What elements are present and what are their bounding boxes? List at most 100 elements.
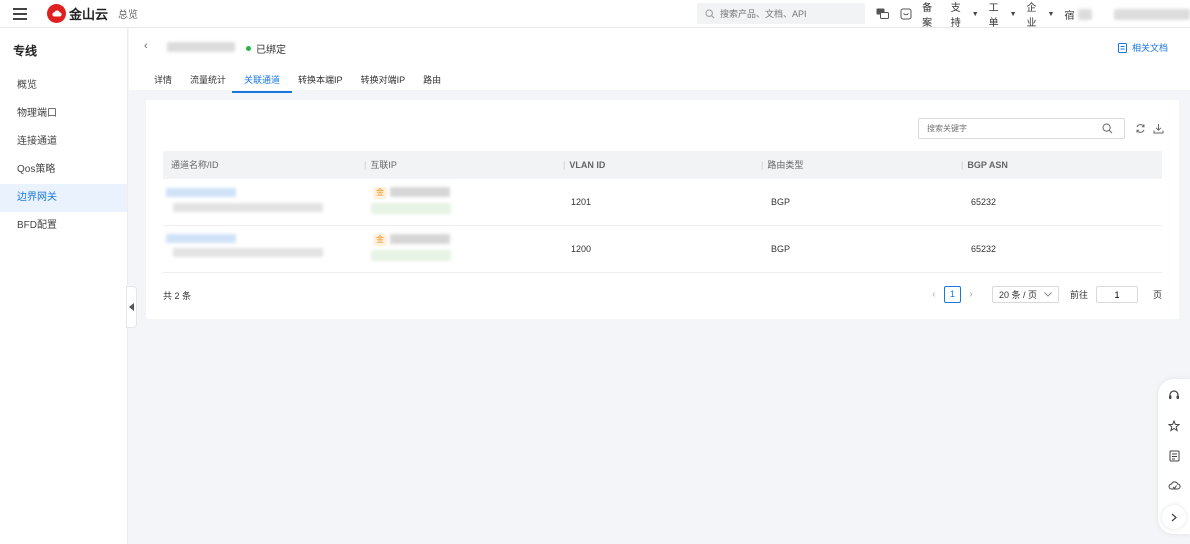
column-vlan-label: VLAN ID [569,160,606,170]
tab-local-ip-translation[interactable]: 转换本端IP [298,73,343,93]
peer-ip [371,203,451,214]
tab-details[interactable]: 详情 [154,73,172,93]
download-icon[interactable] [1152,122,1164,134]
sidebar-collapse-handle[interactable] [126,286,137,328]
page-header: ‹ 已绑定 相关文档 详情 流量统计 关联通道 转换本端IP 转换对端IP 路由 [129,28,1190,93]
caret-down-icon: ▼ [971,10,979,18]
nav-ticket-label: 工单 [988,3,999,29]
pagination: ‹ 1 › 20 条 / 页 前往 页 [927,286,1162,303]
channel-id [173,203,323,212]
cloud-service-icon[interactable] [1166,478,1182,494]
channel-name-link[interactable] [166,234,236,243]
sidebar-title: 专线 [13,44,38,58]
status-text: 已绑定 [256,45,286,56]
nav-filing[interactable]: 备案 [922,0,941,29]
ip-provider-badge: 金 [373,234,387,246]
user-avatar[interactable] [1078,8,1092,20]
column-ip-label: 互联IP [370,160,397,170]
search-icon [705,8,715,18]
column-header-vlan-id: | VLAN ID [563,160,606,170]
tab-associated-channels[interactable]: 关联通道 [232,73,293,93]
tab-traffic-stats[interactable]: 流量统计 [190,73,226,93]
refresh-icon[interactable] [1134,122,1146,134]
table-row: 金 1200 BGP 65232 [163,226,1162,273]
peer-ip [371,250,451,261]
headset-icon[interactable] [1166,387,1182,403]
table-footer: 共 2 条 ‹ 1 › 20 条 / 页 前往 页 [163,286,1162,306]
expand-toolbar-button[interactable] [1162,505,1186,529]
page-number-current[interactable]: 1 [943,286,961,303]
sidebar: 专线 概览 物理端口 连接通道 Qos策略 边界网关 BFD配置 [0,28,128,544]
nav-support[interactable]: 支持 ▼ [951,0,979,29]
vlan-id: 1200 [571,244,592,254]
caret-left-icon [128,303,134,311]
page-size-value: 20 条 / 页 [998,290,1037,300]
table-header: 通道名称/ID | 互联IP | VLAN ID | 路由类型 | BGP ASN [163,151,1162,179]
prev-page-icon[interactable]: ‹ [927,289,941,300]
tab-routes[interactable]: 路由 [423,73,441,93]
sidebar-item-border-gateway[interactable]: 边界网关 [0,184,127,212]
column-header-channel: 通道名称/ID [171,151,219,179]
nav-ticket[interactable]: 工单 ▼ [989,0,1017,29]
nav-enterprise-label: 企业 [1026,3,1037,29]
status-badge: 已绑定 [246,41,286,56]
cloud-logo-icon [47,4,66,23]
top-right-nav: 备案 支持 ▼ 工单 ▼ 企业 ▼ 宿 [876,0,1190,29]
star-icon[interactable] [1166,418,1182,434]
local-ip [390,187,450,197]
sidebar-item-qos-policy[interactable]: Qos策略 [0,156,127,184]
column-channel-label: 通道名称/ID [171,160,219,170]
global-search[interactable] [697,3,865,24]
table-row: 金 1201 BGP 65232 [163,179,1162,226]
overview-link[interactable]: 总览 [118,6,138,21]
channels-table: 通道名称/ID | 互联IP | VLAN ID | 路由类型 | BGP ASN 金 … [163,151,1162,273]
column-bgp-label: BGP ASN [967,160,1008,170]
global-search-input[interactable] [720,8,860,19]
page-unit-label: 页 [1152,290,1162,300]
route-type: BGP [771,244,791,254]
message-icon[interactable] [899,7,912,21]
caret-down-icon: ▼ [1009,10,1017,18]
column-header-interconnect-ip: | 互联IP [364,160,397,170]
brand-name: 金山云 [69,7,109,22]
back-arrow-icon[interactable]: ‹ [144,40,148,52]
keyword-search[interactable] [918,118,1125,139]
page-size-select[interactable]: 20 条 / 页 [991,286,1059,303]
floating-toolbar [1158,379,1190,534]
channel-id [173,248,323,257]
sidebar-item-physical-port[interactable]: 物理端口 [0,100,127,128]
related-docs-link[interactable]: 相关文档 [1117,41,1168,54]
sidebar-item-overview[interactable]: 概览 [0,72,127,100]
chevron-down-icon [1044,292,1052,297]
related-docs-label: 相关文档 [1131,43,1168,53]
sidebar-item-connection-channel[interactable]: 连接通道 [0,128,127,156]
goto-page-input[interactable] [1095,286,1138,303]
column-route-label: 路由类型 [767,160,804,170]
content-card: 通道名称/ID |互联IP |VLAN ID |路由类型 |BGP ASN 金 … [146,100,1179,319]
bgp-asn: 65232 [971,197,997,207]
user-initial[interactable]: 宿 [1064,7,1074,22]
menu-icon[interactable] [13,7,29,20]
vlan-id: 1201 [571,197,592,207]
local-ip [390,234,450,244]
channel-name-link[interactable] [166,188,236,197]
user-account-name[interactable] [1113,8,1190,20]
caret-down-icon: ▼ [1047,10,1055,18]
next-page-icon[interactable]: › [964,289,978,300]
column-header-bgp-asn: | BGP ASN [961,160,1008,170]
chat-icon[interactable] [876,7,890,21]
tab-peer-ip-translation[interactable]: 转换对端IP [361,73,406,93]
document-list-icon[interactable] [1166,448,1182,464]
column-header-route-type: | 路由类型 [761,160,804,170]
brand-logo[interactable]: 金山云 [47,4,108,23]
chevron-right-icon [1171,513,1177,521]
document-icon [1117,42,1127,53]
keyword-search-input[interactable] [927,124,1102,133]
total-count: 共 2 条 [163,291,192,301]
bgp-asn: 65232 [971,244,997,254]
nav-support-label: 支持 [950,3,961,29]
nav-enterprise[interactable]: 企业 ▼ [1027,0,1055,29]
sidebar-item-bfd-config[interactable]: BFD配置 [0,212,127,240]
goto-label: 前往 [1069,290,1088,300]
search-icon[interactable] [1102,123,1113,134]
